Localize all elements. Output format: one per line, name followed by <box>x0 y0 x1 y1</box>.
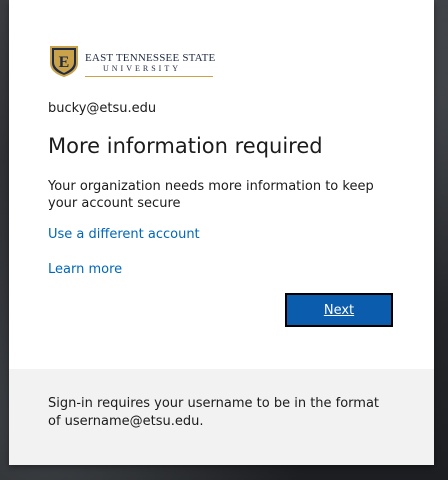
footer-text: Sign-in requires your username to be in … <box>48 396 380 429</box>
page-title: More information required <box>48 134 323 158</box>
next-button[interactable]: Next <box>285 293 393 327</box>
footer-panel: Sign-in requires your username to be in … <box>9 369 434 465</box>
sign-in-card: E EAST TENNESSEE STATE UNIVERSITY bucky@… <box>9 0 434 465</box>
shield-icon: E <box>50 46 78 77</box>
learn-more-link[interactable]: Learn more <box>48 262 122 277</box>
use-different-account-link[interactable]: Use a different account <box>48 227 200 242</box>
university-logo: E EAST TENNESSEE STATE UNIVERSITY <box>49 45 229 79</box>
shield-letter: E <box>59 54 70 71</box>
logo-text-line2: UNIVERSITY <box>103 64 181 73</box>
logo-text-line1: EAST TENNESSEE STATE <box>85 52 216 64</box>
account-email: bucky@etsu.edu <box>48 101 157 116</box>
logo-rule <box>85 76 213 77</box>
description-text: Your organization needs more information… <box>48 179 374 211</box>
